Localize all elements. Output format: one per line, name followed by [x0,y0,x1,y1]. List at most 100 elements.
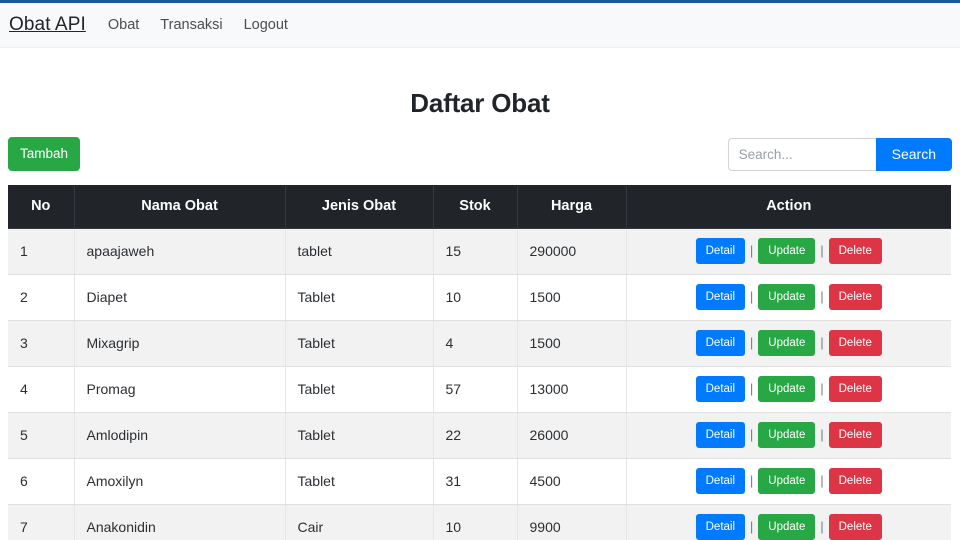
action-group: Detail | Update | Delete [627,329,952,357]
cell-harga: 290000 [517,228,627,275]
table-body: 1 apaajaweh tablet 15 290000 Detail | Update | De… [8,228,951,540]
cell-stok: 10 [433,504,518,540]
cell-action: Detail | Update | Delete [626,504,951,540]
cell-stok: 57 [433,366,518,413]
cell-harga: 1500 [517,274,627,321]
column-header-harga: Harga [517,185,627,229]
obat-table: No Nama Obat Jenis Obat Stok Harga Actio… [8,185,951,540]
cell-nama: Mixagrip [74,320,286,367]
detail-button[interactable]: Detail [695,467,746,495]
table-row: 7 Anakonidin Cair 10 9900 Detail | Update | Delet… [8,504,951,540]
column-header-nama: Nama Obat [74,185,286,229]
detail-button[interactable]: Detail [695,237,746,265]
nav-link-transaksi[interactable]: Transaksi [160,17,222,33]
page-container: Daftar Obat Tambah Search No Nama Obat J… [0,48,960,540]
delete-button[interactable]: Delete [828,513,882,540]
delete-button[interactable]: Delete [828,329,882,357]
action-group: Detail | Update | Delete [627,421,952,449]
cell-jenis: Tablet [285,274,434,321]
cell-action: Detail | Update | Delete [626,228,952,275]
delete-button[interactable]: Delete [828,467,882,495]
cell-jenis: tablet [285,228,434,275]
action-separator-2: | [820,244,824,258]
cell-nama: Amlodipin [74,412,286,459]
page-title: Daftar Obat [410,88,550,118]
action-separator-2: | [820,428,824,442]
delete-button[interactable]: Delete [828,375,882,403]
cell-no: 2 [8,274,75,321]
update-button[interactable]: Update [758,237,816,265]
cell-action: Detail | Update | Delete [626,412,952,459]
cell-jenis: Tablet [285,320,434,367]
column-header-action: Action [626,185,951,229]
table-row: 5 Amlodipin Tablet 22 26000 Detail | Update | Del… [8,412,952,459]
update-button[interactable]: Update [758,513,816,540]
table-row: 2 Diapet Tablet 10 1500 Detail | Update | Delete [8,274,951,321]
delete-button[interactable]: Delete [828,237,882,265]
cell-jenis: Tablet [285,412,434,459]
detail-button[interactable]: Detail [695,329,746,357]
cell-stok: 4 [433,320,518,367]
add-button[interactable]: Tambah [8,137,81,171]
action-separator-1: | [750,428,754,442]
cell-no: 5 [8,412,75,459]
search-button[interactable]: Search [875,137,952,171]
table-row: 1 apaajaweh tablet 15 290000 Detail | Update | De… [8,228,952,275]
update-button[interactable]: Update [758,375,816,403]
table-row: 6 Amoxilyn Tablet 31 4500 Detail | Update | Delet… [8,458,951,505]
navbar-brand[interactable]: Obat API [9,14,86,36]
cell-stok: 10 [433,274,518,321]
nav-link-obat[interactable]: Obat [108,17,139,33]
cell-stok: 15 [433,228,518,275]
cell-action: Detail | Update | Delete [626,320,952,367]
table-row: 4 Promag Tablet 57 13000 Detail | Update | Delete [8,366,952,413]
action-separator-2: | [820,520,824,534]
update-button[interactable]: Update [758,467,816,495]
delete-button[interactable]: Delete [828,283,882,311]
action-group: Detail | Update | Delete [627,375,952,403]
action-group: Detail | Update | Delete [627,513,952,540]
cell-harga: 4500 [517,458,627,505]
detail-button[interactable]: Detail [695,513,746,540]
nav-link-logout[interactable]: Logout [244,17,288,33]
cell-action: Detail | Update | Delete [626,366,952,413]
cell-action: Detail | Update | Delete [626,458,951,505]
cell-no: 3 [8,320,75,367]
navbar-links: Obat Transaksi Logout [108,17,288,33]
cell-nama: Amoxilyn [74,458,286,505]
cell-jenis: Tablet [285,366,434,413]
cell-nama: Promag [74,366,286,413]
action-separator-1: | [750,474,754,488]
cell-stok: 22 [433,412,518,459]
delete-button[interactable]: Delete [828,421,882,449]
cell-harga: 1500 [517,320,627,367]
cell-nama: Anakonidin [74,504,286,540]
action-group: Detail | Update | Delete [627,237,952,265]
search-form: Search [727,137,952,171]
detail-button[interactable]: Detail [695,421,746,449]
detail-button[interactable]: Detail [695,375,746,403]
action-separator-1: | [750,244,754,258]
cell-no: 6 [8,458,75,505]
toolbar: Tambah Search [8,137,952,171]
action-separator-2: | [820,382,824,396]
action-separator-1: | [750,336,754,350]
update-button[interactable]: Update [758,329,816,357]
action-separator-1: | [750,290,754,304]
cell-stok: 31 [433,458,518,505]
cell-harga: 9900 [517,504,627,540]
cell-no: 7 [8,504,75,540]
cell-jenis: Tablet [285,458,434,505]
search-input[interactable] [727,137,876,171]
table-wrapper: No Nama Obat Jenis Obat Stok Harga Actio… [8,185,952,540]
navbar: Obat API Obat Transaksi Logout [0,0,960,48]
table-row: 3 Mixagrip Tablet 4 1500 Detail | Update | Delete [8,320,952,367]
update-button[interactable]: Update [758,283,816,311]
update-button[interactable]: Update [758,421,816,449]
cell-harga: 26000 [517,412,627,459]
action-separator-2: | [820,474,824,488]
action-separator-2: | [820,290,824,304]
detail-button[interactable]: Detail [695,283,746,311]
column-header-jenis: Jenis Obat [285,185,434,229]
cell-harga: 13000 [517,366,627,413]
